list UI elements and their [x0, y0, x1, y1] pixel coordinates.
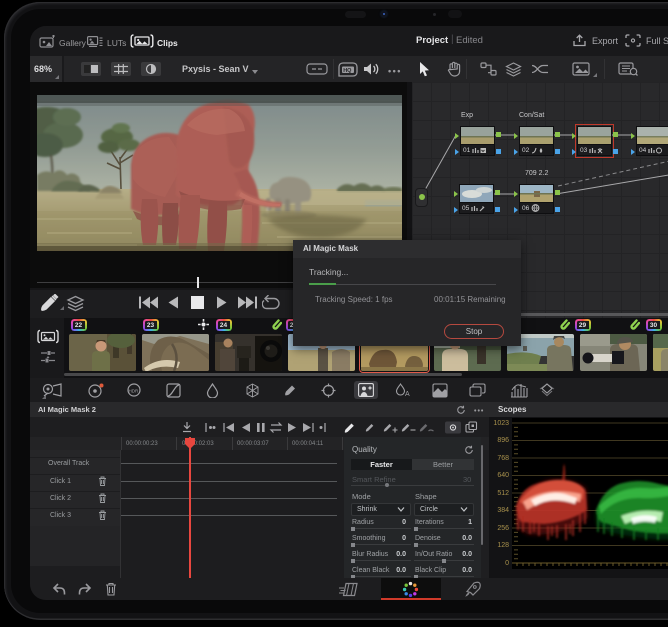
svg-text:HQ: HQ [343, 68, 352, 74]
svg-text:A: A [405, 391, 410, 398]
svg-text:HDR: HDR [129, 389, 139, 394]
